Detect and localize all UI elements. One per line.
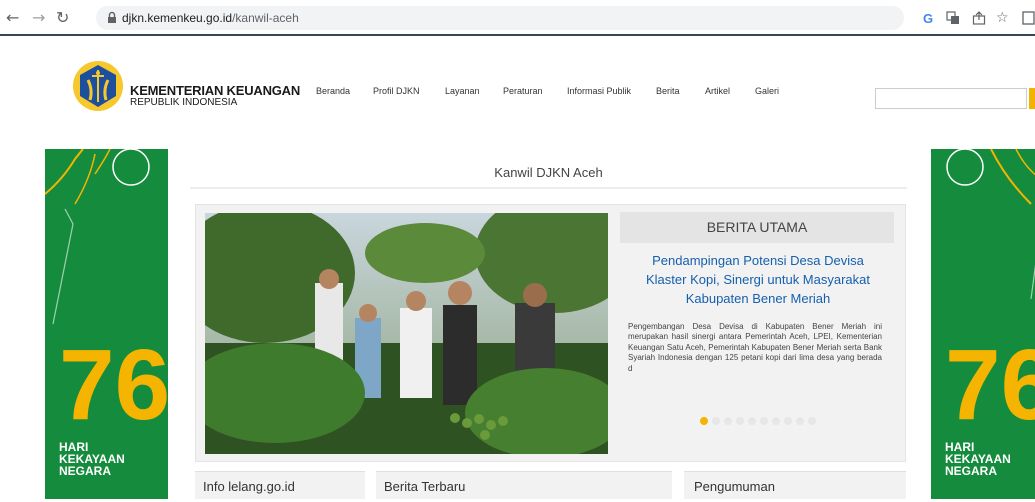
carousel-dot[interactable] [736,417,744,425]
share-icon[interactable] [972,11,986,25]
menu-informasi-publik[interactable]: Informasi Publik [567,86,631,96]
url-domain: djkn.kemenkeu.go.id [122,11,233,25]
carousel-dot[interactable] [772,417,780,425]
star-icon[interactable]: ☆ [996,8,1009,28]
title-divider [190,187,907,189]
url-text[interactable]: djkn.kemenkeu.go.id/kanwil-aceh [122,11,299,25]
banner-number: 76 [945,329,1035,441]
carousel-dot[interactable] [700,417,708,425]
banner-number: 76 [59,329,168,441]
carousel-dot[interactable] [712,417,720,425]
svg-text:G: G [923,11,933,25]
back-icon[interactable]: ← [6,8,19,28]
carousel-dot[interactable] [808,417,816,425]
page-title: Kanwil DJKN Aceh [494,165,603,180]
forward-icon[interactable]: → [32,8,45,28]
featured-news-title[interactable]: Pendampingan Potensi Desa Devisa Klaster… [636,251,880,308]
menu-peraturan[interactable]: Peraturan [503,86,543,96]
menu-profil-djkn[interactable]: Profil DJKN [373,86,420,96]
kemenkeu-logo[interactable] [72,60,124,112]
menu-artikel[interactable]: Artikel [705,86,730,96]
tab-icon[interactable] [1022,11,1035,25]
banner-line-3: NEGARA [945,464,998,478]
search-button[interactable] [1029,88,1035,109]
banner-line-3: NEGARA [59,464,112,478]
featured-news-photo[interactable] [205,213,608,454]
translate-icon[interactable] [946,11,960,25]
section-berita-terbaru[interactable]: Berita Terbaru [376,471,672,499]
featured-news-excerpt: Pengembangan Desa Devisa di Kabupaten Be… [628,322,882,373]
menu-layanan[interactable]: Layanan [445,86,480,96]
left-banner[interactable]: 76 HARI KEKAYAAN NEGARA [45,149,168,499]
section-pengumuman[interactable]: Pengumuman [684,471,906,499]
carousel-dot[interactable] [760,417,768,425]
google-icon[interactable]: G [922,11,936,25]
reload-icon[interactable]: ↻ [56,8,69,28]
carousel-dot[interactable] [724,417,732,425]
lock-icon [108,11,116,23]
brand-name[interactable]: KEMENTERIAN KEUANGAN [130,83,300,98]
search-input[interactable] [875,88,1027,109]
url-path: /kanwil-aceh [232,11,299,25]
section-info-lelang[interactable]: Info lelang.go.id [195,471,365,499]
carousel-dot[interactable] [748,417,756,425]
photo-illustration [205,213,608,454]
featured-news-heading: BERITA UTAMA [620,212,894,243]
brand-subtitle: REPUBLIK INDONESIA [130,97,238,108]
carousel-dot[interactable] [784,417,792,425]
menu-galeri[interactable]: Galeri [755,86,779,96]
banner-text: HARI KEKAYAAN NEGARA [59,441,125,477]
carousel-dot[interactable] [796,417,804,425]
menu-beranda[interactable]: Beranda [316,86,350,96]
menu-berita[interactable]: Berita [656,86,680,96]
banner-text: HARI KEKAYAAN NEGARA [945,441,1011,477]
right-banner[interactable]: 76 HARI KEKAYAAN NEGARA [931,149,1035,499]
